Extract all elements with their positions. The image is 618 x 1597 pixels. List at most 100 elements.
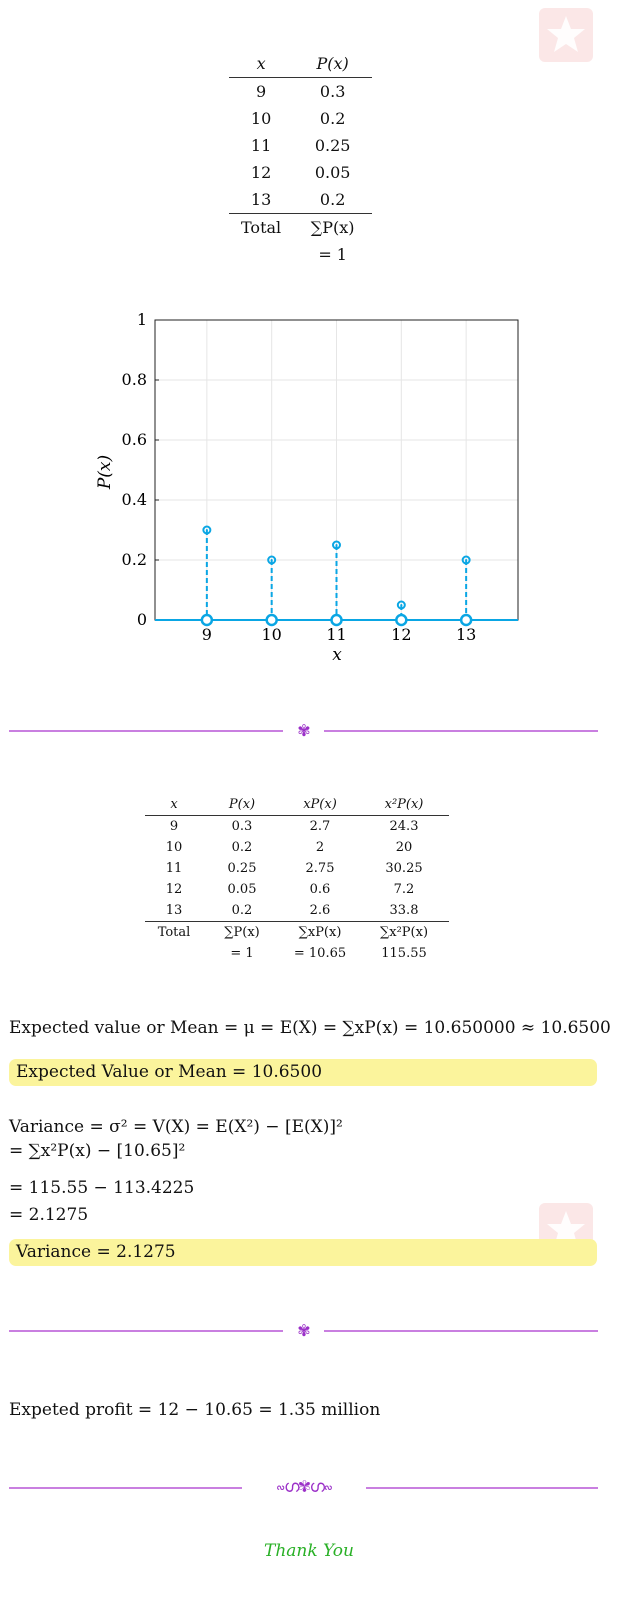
total-formula: ∑xP(x) [281, 921, 359, 943]
cell-x: 12 [250, 163, 272, 182]
divider-line [324, 1330, 598, 1332]
baseline-marker [265, 613, 278, 627]
stem-marker-dot [465, 559, 468, 561]
variance-line-4: = 2.1275 [9, 1205, 89, 1225]
stem-marker-dot [335, 544, 338, 546]
table-row: 11 0.25 [229, 132, 372, 159]
divider-line [366, 1487, 598, 1489]
baseline-marker [395, 613, 408, 627]
cell-x: 13 [250, 190, 272, 209]
cell-x: 9 [255, 82, 267, 101]
baseline-marker [200, 613, 214, 627]
stem-chart: 0 0.2 0.4 0.6 0.8 1 9 10 11 12 13 x P(x) [95, 310, 519, 665]
y-tick-label: 0.4 [122, 490, 147, 509]
cell: 30.25 [385, 861, 423, 876]
table-row: 10 0.2 2 20 [145, 837, 449, 858]
cell: 2.7 [309, 819, 331, 834]
table-row: 12 0.05 [229, 159, 372, 186]
cell: 33.8 [389, 903, 419, 918]
header-px: P(x) [203, 794, 281, 816]
cell-x: 11 [250, 136, 272, 155]
profit-equation: Expeted profit = 12 − 10.65 = 1.35 milli… [9, 1400, 381, 1420]
header-xpx: xP(x) [281, 794, 359, 816]
cell-px: 0.25 [314, 136, 351, 155]
cell: 20 [395, 840, 413, 855]
probability-table: x P(x) 9 0.3 10 0.2 11 0.25 12 0.05 13 0.2 To… [229, 50, 373, 268]
cell: 10 [165, 840, 183, 855]
divider-line [9, 1330, 283, 1332]
table-row: 12 0.05 0.6 7.2 [145, 879, 449, 900]
stem-marker-dot [400, 604, 403, 606]
variance-highlight: Variance = 2.1275 [9, 1239, 597, 1266]
variance-line-2: = ∑x²P(x) − [10.65]² [9, 1141, 186, 1161]
divider-line [9, 730, 283, 732]
cell: 24.3 [389, 819, 419, 834]
total-formula: ∑P(x) [293, 213, 373, 241]
total-formula: ∑P(x) [203, 921, 281, 943]
cell: 0.3 [231, 819, 253, 834]
table-row: 11 0.25 2.75 30.25 [145, 858, 449, 879]
y-tick-label: 1 [137, 310, 147, 329]
cell-x: 10 [250, 109, 272, 128]
total-row: Total ∑P(x) ∑xP(x) ∑x²P(x) [145, 921, 449, 943]
stem-marker-dot [205, 529, 208, 531]
thank-you-text: Thank You [263, 1541, 354, 1561]
cell: 13 [165, 903, 183, 918]
cell: 2.6 [309, 903, 331, 918]
x-tick-label: 13 [456, 625, 476, 644]
chart-grid [155, 319, 518, 621]
table-row: 10 0.2 [229, 105, 372, 132]
expectation-table: x P(x) xP(x) x²P(x) 9 0.3 2.7 24.3 10 0.2 2 20… [145, 794, 449, 964]
total-value-row: = 1 = 10.65 115.55 [145, 943, 449, 964]
table-row: 13 0.2 2.6 33.8 [145, 900, 449, 922]
table-row: 9 0.3 [229, 78, 372, 106]
ornament-icon: ✾ [297, 721, 311, 740]
mean-highlight: Expected Value or Mean = 10.6500 [9, 1059, 597, 1086]
cell-px: 0.2 [319, 190, 346, 209]
y-axis-label: P(x) [95, 455, 115, 490]
y-tick-label: 0 [137, 610, 147, 629]
y-tick-label: 0.2 [122, 550, 147, 569]
total-value: = 1 [230, 946, 254, 961]
x-tick-label: 9 [202, 625, 212, 644]
y-tick-label: 0.6 [122, 430, 147, 449]
variance-line-1: Variance = σ² = V(X) = E(X²) − [E(X)]² [9, 1117, 343, 1137]
divider-line [324, 730, 598, 732]
cell-px: 0.05 [314, 163, 351, 182]
cell: 2 [315, 840, 325, 855]
total-row: Total ∑P(x) [229, 213, 373, 241]
header-px: P(x) [293, 50, 373, 78]
header-x: x [145, 794, 203, 816]
x-tick-label: 11 [326, 625, 346, 644]
total-value: 115.55 [381, 946, 427, 961]
cell: 11 [165, 861, 183, 876]
cell: 9 [169, 819, 179, 834]
total-label: Total [145, 921, 203, 943]
total-value: = 10.65 [293, 946, 347, 961]
total-value: = 1 [318, 245, 347, 264]
cell-px: 0.3 [319, 82, 346, 101]
x-tick-label: 10 [261, 625, 281, 644]
header-x2px: x²P(x) [359, 794, 449, 816]
cell: 0.6 [309, 882, 331, 897]
cell: 2.75 [305, 861, 335, 876]
flourish-ornament-icon: ∾ഗ✾ഗ∾ [276, 1477, 333, 1497]
table-row: 9 0.3 2.7 24.3 [145, 816, 449, 838]
x-axis-label: x [332, 645, 342, 665]
mean-equation: Expected value or Mean = μ = E(X) = ∑xP(… [9, 1018, 611, 1038]
stem-marker-dot [270, 559, 273, 561]
baseline-marker [330, 613, 343, 627]
cell: 0.2 [231, 903, 253, 918]
baseline-marker [459, 613, 473, 627]
y-tick-label: 0.8 [122, 370, 147, 389]
total-value-row: = 1 [229, 241, 372, 268]
total-formula: ∑x²P(x) [359, 921, 449, 943]
cell: 0.25 [227, 861, 257, 876]
chart-ticks: 0 0.2 0.4 0.6 0.8 1 9 10 11 12 13 [122, 310, 477, 644]
variance-line-3: = 115.55 − 113.4225 [9, 1178, 195, 1198]
total-label: Total [229, 213, 294, 241]
cell: 0.05 [227, 882, 257, 897]
header-x: x [229, 50, 294, 78]
cell: 12 [165, 882, 183, 897]
ornament-icon: ✾ [297, 1321, 311, 1340]
